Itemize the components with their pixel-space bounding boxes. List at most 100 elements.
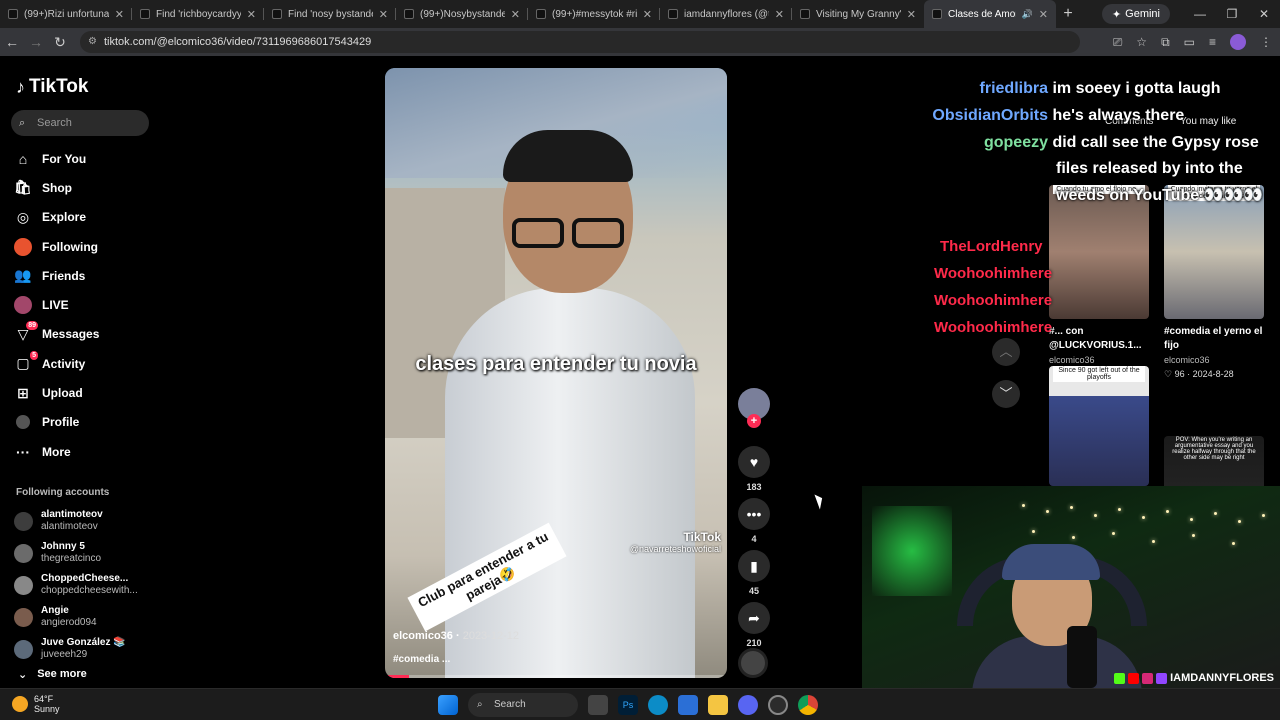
extensions-icon[interactable]: ⧉ <box>1161 35 1170 50</box>
nav-more[interactable]: ··· More <box>14 437 164 466</box>
author-avatar[interactable]: + <box>738 388 770 428</box>
like-button[interactable]: ♥ 183 <box>736 446 772 498</box>
comment-icon[interactable]: ••• <box>738 498 770 530</box>
cast-icon[interactable]: ⎚ <box>1113 35 1123 50</box>
messages-icon: ▽ 89 <box>17 321 38 342</box>
account-name: Juve González 📚 <box>41 637 126 648</box>
share-button[interactable]: ➦ 210 <box>736 602 772 654</box>
gemini-button[interactable]: ✦ Gemini <box>1101 4 1170 24</box>
close-tab-icon[interactable]: ✕ <box>247 8 256 21</box>
forward-icon[interactable]: → <box>24 34 48 50</box>
obs-icon[interactable] <box>768 695 788 715</box>
browser-tab-active[interactable]: Clases de Amor y Es 🔊 ✕ <box>924 0 1056 28</box>
browser-tab[interactable]: iamdannyflores (@thefl ✕ <box>660 0 792 28</box>
speaker-icon[interactable]: 🔊 <box>1022 9 1033 20</box>
nav-explore[interactable]: ◎ Explore <box>14 203 164 232</box>
follow-plus-icon[interactable]: + <box>747 414 761 428</box>
video-author[interactable]: elcomico36 <box>393 630 453 642</box>
chat-message: weeds on YouTube 👀👀👀 <box>1056 185 1263 205</box>
taskbar-search[interactable]: ⌕ Search <box>468 693 578 717</box>
profile-avatar[interactable] <box>1230 34 1246 50</box>
media-icon[interactable]: ≡ <box>1209 35 1216 49</box>
tab-title: (99+)Nosybystander wa <box>420 8 505 20</box>
url-field[interactable]: ⚙ tiktok.com/@elcomico36/video/7311969686… <box>80 31 1080 53</box>
chat-text: im soeey i gotta laugh <box>1052 80 1221 97</box>
task-view-icon[interactable] <box>588 695 608 715</box>
following-account[interactable]: ChoppedCheese... choppedcheesewith... <box>14 569 164 601</box>
following-account[interactable]: Juve González 📚 juveeeh29 <box>14 633 164 665</box>
close-tab-icon[interactable]: ✕ <box>1039 8 1048 21</box>
close-tab-icon[interactable]: ✕ <box>115 8 124 21</box>
file-explorer-icon[interactable] <box>708 695 728 715</box>
card-title[interactable]: #comedia el yerno el fijo <box>1164 325 1264 353</box>
nav-friends[interactable]: 👥 Friends <box>14 261 164 290</box>
nav-label: Friends <box>42 268 86 283</box>
close-tab-icon[interactable]: ✕ <box>379 8 388 21</box>
site-info-icon[interactable]: ⚙ <box>88 31 97 53</box>
nav-upload[interactable]: ⊞ Upload <box>14 378 164 407</box>
video-author-line[interactable]: elcomico36 · 2023-12-12 <box>393 630 519 642</box>
tiktok-logo[interactable]: ♪ TikTok <box>16 76 88 98</box>
sidebar-icon[interactable]: ▭ <box>1184 35 1195 49</box>
save-button[interactable]: ▮ 45 <box>736 550 772 602</box>
next-video-button[interactable]: ﹀ <box>992 380 1020 408</box>
edge-icon[interactable] <box>648 695 668 715</box>
browser-tab[interactable]: Find 'nosy bystanders a ✕ <box>264 0 396 28</box>
store-icon[interactable] <box>678 695 698 715</box>
heart-icon[interactable]: ♥ <box>738 446 770 478</box>
video-progress-bar[interactable] <box>385 675 727 678</box>
back-icon[interactable]: ← <box>0 34 24 50</box>
close-tab-icon[interactable]: ✕ <box>511 8 520 21</box>
stream-handle: IAMDANNYFLORES <box>1114 672 1274 684</box>
previous-video-button[interactable]: ︿ <box>992 338 1020 366</box>
comment-button[interactable]: ••• 4 <box>736 498 772 550</box>
browser-tab[interactable]: Find 'richboycardyyy fr ✕ <box>132 0 264 28</box>
close-tab-icon[interactable]: ✕ <box>775 8 784 21</box>
card-thumbnail[interactable]: Cuando invitas a tu yerno el flojo de va… <box>1164 185 1264 319</box>
minimize-icon[interactable]: — <box>1184 0 1216 28</box>
following-account[interactable]: alantimoteov alantimoteov <box>14 505 164 537</box>
chrome-icon[interactable] <box>798 695 818 715</box>
share-arrow-icon[interactable]: ➦ <box>738 602 770 634</box>
browser-tab[interactable]: (99+)Rizi unfortunately ✕ <box>0 0 132 28</box>
recommended-card[interactable]: Since 90 got left out of the playoffs <box>1049 364 1149 486</box>
bookmark-star-icon[interactable]: ☆ <box>1136 35 1147 49</box>
tab-you-may-like[interactable]: You may like <box>1180 116 1236 127</box>
nav-shop[interactable]: 🛍 Shop <box>14 173 164 202</box>
share-count: 210 <box>746 638 762 648</box>
following-account[interactable]: Angie angierod094 <box>14 601 164 633</box>
nav-activity[interactable]: ▢ 5 Activity <box>14 349 164 378</box>
menu-icon[interactable]: ⋮ <box>1260 35 1272 49</box>
nav-messages[interactable]: ▽ 89 Messages <box>14 320 164 349</box>
chat-text: he's always there <box>1052 107 1185 124</box>
video-tags[interactable]: #comedia ... <box>393 654 450 665</box>
card-title[interactable]: #... con @LUCKVORIUS.1... <box>1049 325 1149 353</box>
nav-profile[interactable]: Profile <box>14 408 164 437</box>
browser-tab[interactable]: (99+)#messytok #rizi # ✕ <box>528 0 660 28</box>
music-disc-icon[interactable] <box>738 648 768 678</box>
reload-icon[interactable]: ↻ <box>48 34 72 51</box>
bookmark-icon[interactable]: ▮ <box>738 550 770 582</box>
search-input[interactable]: ⌕ Search <box>11 110 149 136</box>
browser-tab[interactable]: (99+)Nosybystander wa ✕ <box>396 0 528 28</box>
close-tab-icon[interactable]: ✕ <box>907 8 916 21</box>
nav-live[interactable]: LIVE <box>14 290 164 319</box>
chat-message: gopeezy did call see the Gypsy rose <box>920 134 1259 152</box>
weather-widget[interactable]: 64°F Sunny <box>12 694 60 714</box>
nav-following[interactable]: Following <box>14 232 164 261</box>
see-more-button[interactable]: ⌄ See more <box>18 668 87 681</box>
card-thumbnail[interactable]: Cuando tu amo el flojo no... <box>1049 185 1149 319</box>
card-thumbnail[interactable]: Since 90 got left out of the playoffs <box>1049 366 1149 486</box>
following-account[interactable]: Johnny 5 thegreatcinco <box>14 537 164 569</box>
browser-tab[interactable]: Visiting My Granny's Gr ✕ <box>792 0 924 28</box>
video-player[interactable]: clases para entender tu novia Club para … <box>385 68 727 678</box>
photoshop-icon[interactable]: Ps <box>618 695 638 715</box>
close-window-icon[interactable]: ✕ <box>1248 0 1280 28</box>
nav-for-you[interactable]: ⌂ For You <box>14 144 164 173</box>
discord-icon[interactable] <box>738 695 758 715</box>
maximize-icon[interactable]: ❐ <box>1216 0 1248 28</box>
windows-start-icon[interactable] <box>438 695 458 715</box>
close-tab-icon[interactable]: ✕ <box>643 8 652 21</box>
video-caption-overlay: clases para entender tu novia <box>415 353 697 375</box>
new-tab-button[interactable]: + <box>1056 5 1080 23</box>
